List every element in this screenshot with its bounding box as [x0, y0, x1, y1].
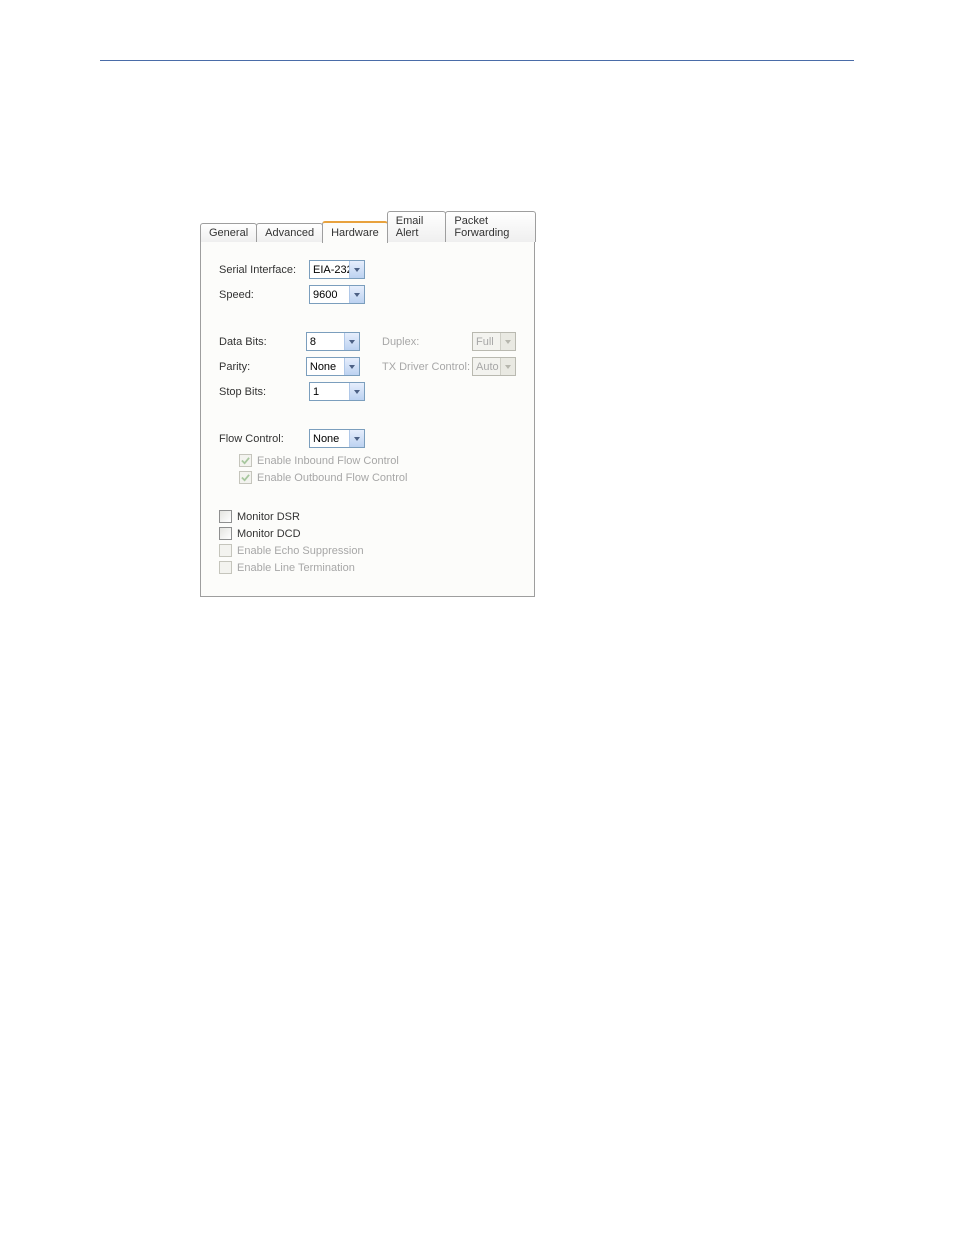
monitor-dcd-checkbox[interactable] — [219, 527, 232, 540]
header-divider — [100, 60, 854, 61]
chevron-down-icon — [344, 358, 359, 375]
stop-bits-select[interactable]: 1 — [309, 382, 365, 401]
tab-email-alert[interactable]: Email Alert — [387, 211, 447, 242]
tab-advanced[interactable]: Advanced — [256, 223, 323, 242]
enable-inbound-flow-checkbox — [239, 454, 252, 467]
enable-line-termination-row: Enable Line Termination — [219, 561, 516, 574]
stop-bits-value: 1 — [310, 386, 349, 398]
parity-select[interactable]: None — [306, 357, 360, 376]
chevron-down-icon — [500, 358, 515, 375]
hardware-tab-panel: Serial Interface: EIA-232 Speed: 9600 Da… — [200, 241, 535, 597]
enable-echo-suppression-row: Enable Echo Suppression — [219, 544, 516, 557]
enable-outbound-flow-row: Enable Outbound Flow Control — [239, 471, 516, 484]
chevron-down-icon — [349, 383, 364, 400]
tab-packet-forwarding[interactable]: Packet Forwarding — [445, 211, 536, 242]
checkmark-icon — [241, 473, 250, 482]
duplex-label: Duplex: — [382, 336, 472, 348]
data-bits-select[interactable]: 8 — [306, 332, 360, 351]
serial-interface-label: Serial Interface: — [219, 264, 309, 276]
monitor-dcd-label: Monitor DCD — [237, 528, 301, 540]
enable-outbound-flow-label: Enable Outbound Flow Control — [257, 472, 407, 484]
checkmark-icon — [241, 456, 250, 465]
tx-driver-control-value: Auto — [473, 361, 500, 373]
flow-control-value: None — [310, 433, 349, 445]
enable-line-termination-label: Enable Line Termination — [237, 562, 355, 574]
data-bits-value: 8 — [307, 336, 344, 348]
chevron-down-icon — [349, 261, 364, 278]
tab-bar: General Advanced Hardware Email Alert Pa… — [200, 211, 535, 242]
speed-select[interactable]: 9600 — [309, 285, 365, 304]
monitor-dcd-row[interactable]: Monitor DCD — [219, 527, 516, 540]
tab-general[interactable]: General — [200, 223, 257, 242]
speed-label: Speed: — [219, 289, 309, 301]
enable-echo-suppression-label: Enable Echo Suppression — [237, 545, 364, 557]
serial-interface-select[interactable]: EIA-232 — [309, 260, 365, 279]
hardware-settings-dialog: General Advanced Hardware Email Alert Pa… — [200, 211, 535, 598]
tx-driver-control-select: Auto — [472, 357, 516, 376]
chevron-down-icon — [344, 333, 359, 350]
chevron-down-icon — [349, 286, 364, 303]
enable-inbound-flow-row: Enable Inbound Flow Control — [239, 454, 516, 467]
enable-line-termination-checkbox — [219, 561, 232, 574]
stop-bits-label: Stop Bits: — [219, 386, 309, 398]
tab-hardware[interactable]: Hardware — [322, 221, 388, 243]
parity-value: None — [307, 361, 344, 373]
duplex-value: Full — [473, 336, 500, 348]
data-bits-label: Data Bits: — [219, 336, 306, 348]
chevron-down-icon — [349, 430, 364, 447]
monitor-dsr-row[interactable]: Monitor DSR — [219, 510, 516, 523]
enable-echo-suppression-checkbox — [219, 544, 232, 557]
tx-driver-control-label: TX Driver Control: — [382, 361, 472, 373]
chevron-down-icon — [500, 333, 515, 350]
parity-label: Parity: — [219, 361, 306, 373]
enable-inbound-flow-label: Enable Inbound Flow Control — [257, 455, 399, 467]
monitor-dsr-checkbox[interactable] — [219, 510, 232, 523]
monitor-dsr-label: Monitor DSR — [237, 511, 300, 523]
serial-interface-value: EIA-232 — [310, 264, 349, 276]
flow-control-label: Flow Control: — [219, 433, 309, 445]
flow-control-select[interactable]: None — [309, 429, 365, 448]
speed-value: 9600 — [310, 289, 349, 301]
enable-outbound-flow-checkbox — [239, 471, 252, 484]
duplex-select: Full — [472, 332, 516, 351]
